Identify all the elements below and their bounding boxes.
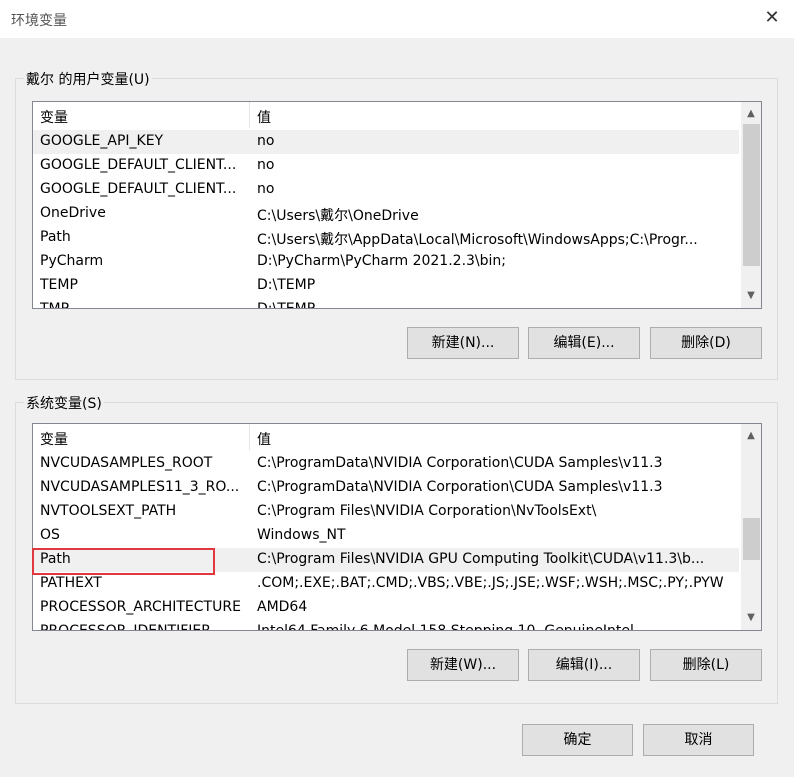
system-edit-button[interactable]: 编辑(I)...: [528, 649, 640, 681]
table-row[interactable]: TMP D:\TEMP: [33, 298, 739, 309]
scroll-thumb[interactable]: [743, 518, 760, 560]
scroll-down-icon[interactable]: ▼: [741, 286, 761, 306]
table-row[interactable]: OneDrive C:\Users\戴尔\OneDrive: [33, 202, 739, 226]
variable-value-cell: C:\ProgramData\NVIDIA Corporation\CUDA S…: [257, 479, 663, 495]
table-row[interactable]: NVCUDASAMPLES_ROOT C:\ProgramData\NVIDIA …: [33, 452, 739, 476]
user-delete-button[interactable]: 删除(D): [650, 327, 762, 359]
scroll-up-icon[interactable]: ▲: [741, 426, 761, 446]
table-row[interactable]: GOOGLE_API_KEY no: [33, 130, 739, 154]
table-row[interactable]: OS Windows_NT: [33, 524, 739, 548]
variable-name-cell: Path: [40, 229, 71, 245]
cancel-button[interactable]: 取消: [643, 724, 754, 756]
table-row[interactable]: PATHEXT .COM;.EXE;.BAT;.CMD;.VBS;.VBE;.JS…: [33, 572, 739, 596]
variable-value-cell: C:\Program Files\NVIDIA Corporation\NvTo…: [257, 503, 597, 519]
user-new-button[interactable]: 新建(N)...: [407, 327, 519, 359]
column-header-value[interactable]: 值: [257, 429, 271, 449]
title-bar: [0, 0, 794, 38]
table-row[interactable]: PROCESSOR_ARCHITECTURE AMD64: [33, 596, 739, 620]
table-row[interactable]: GOOGLE_DEFAULT_CLIENT... no: [33, 178, 739, 202]
column-divider[interactable]: [249, 424, 250, 450]
table-row[interactable]: GOOGLE_DEFAULT_CLIENT... no: [33, 154, 739, 178]
window-title: 环境变量: [11, 13, 67, 29]
variable-name-cell: PyCharm: [40, 253, 104, 269]
variable-value-cell: C:\ProgramData\NVIDIA Corporation\CUDA S…: [257, 455, 663, 471]
system-new-button[interactable]: 新建(W)...: [407, 649, 519, 681]
scroll-thumb[interactable]: [743, 124, 760, 266]
list-header: 变量 值: [33, 424, 739, 450]
list-header: 变量 值: [33, 102, 739, 128]
variable-value-cell: Intel64 Family 6 Model 158 Stepping 10, …: [257, 623, 634, 631]
system-variables-label: 系统变量(S): [24, 393, 104, 413]
variable-value-cell: AMD64: [257, 599, 308, 615]
variable-name-cell: TEMP: [40, 277, 78, 293]
variable-name-cell: OS: [40, 527, 60, 543]
variable-value-cell: D:\PyCharm\PyCharm 2021.2.3\bin;: [257, 253, 507, 269]
vertical-scrollbar[interactable]: ▲ ▼: [741, 424, 761, 630]
variable-value-cell: Windows_NT: [257, 527, 346, 543]
column-header-variable[interactable]: 变量: [40, 107, 68, 127]
variable-value-cell: C:\Program Files\NVIDIA GPU Computing To…: [257, 551, 705, 567]
variable-name-cell: PROCESSOR_IDENTIFIER: [40, 623, 211, 631]
column-divider[interactable]: [249, 102, 250, 128]
variable-name-cell: OneDrive: [40, 205, 106, 221]
scroll-up-icon[interactable]: ▲: [741, 104, 761, 124]
table-row[interactable]: TEMP D:\TEMP: [33, 274, 739, 298]
user-edit-button[interactable]: 编辑(E)...: [528, 327, 640, 359]
table-row[interactable]: Path C:\Users\戴尔\AppData\Local\Microsoft\…: [33, 226, 739, 250]
variable-name-cell: NVCUDASAMPLES11_3_RO...: [40, 479, 240, 495]
variable-name-cell: NVCUDASAMPLES_ROOT: [40, 455, 213, 471]
variable-value-cell: D:\TEMP: [257, 277, 316, 293]
variable-name-cell: TMP: [40, 301, 70, 309]
variable-value-cell: C:\Users\戴尔\OneDrive: [257, 208, 419, 224]
scroll-down-icon[interactable]: ▼: [741, 608, 761, 628]
table-row[interactable]: NVTOOLSEXT_PATH C:\Program Files\NVIDIA C…: [33, 500, 739, 524]
column-header-value[interactable]: 值: [257, 107, 271, 127]
close-icon[interactable]: ✕: [760, 6, 784, 30]
variable-value-cell: C:\Users\戴尔\AppData\Local\Microsoft\Wind…: [257, 232, 698, 248]
user-variables-label: 戴尔 的用户变量(U): [24, 69, 152, 89]
variable-name-cell: NVTOOLSEXT_PATH: [40, 503, 177, 519]
user-variables-list[interactable]: 变量 值 GOOGLE_API_KEY no GOOGLE_DEFAULT_CLIE…: [32, 101, 762, 309]
variable-name-cell: PATHEXT: [40, 575, 102, 591]
ok-button[interactable]: 确定: [522, 724, 633, 756]
table-row[interactable]: PyCharm D:\PyCharm\PyCharm 2021.2.3\bin;: [33, 250, 739, 274]
vertical-scrollbar[interactable]: ▲ ▼: [741, 102, 761, 308]
system-variables-list[interactable]: 变量 值 NVCUDASAMPLES_ROOT C:\ProgramData\NV…: [32, 423, 762, 631]
variable-value-cell: no: [257, 157, 275, 173]
table-row[interactable]: PROCESSOR_IDENTIFIER Intel64 Family 6 Mod…: [33, 620, 739, 631]
variable-value-cell: no: [257, 181, 275, 197]
path-highlight-box: [32, 548, 215, 575]
variable-name-cell: PROCESSOR_ARCHITECTURE: [40, 599, 241, 615]
variable-name-cell: GOOGLE_API_KEY: [40, 133, 164, 149]
variable-value-cell: no: [257, 133, 275, 149]
system-delete-button[interactable]: 删除(L): [650, 649, 762, 681]
variable-value-cell: .COM;.EXE;.BAT;.CMD;.VBS;.VBE;.JS;.JSE;.…: [257, 575, 724, 591]
variable-name-cell: GOOGLE_DEFAULT_CLIENT...: [40, 157, 237, 173]
column-header-variable[interactable]: 变量: [40, 429, 68, 449]
variable-value-cell: D:\TEMP: [257, 301, 316, 309]
table-row[interactable]: NVCUDASAMPLES11_3_RO... C:\ProgramData\NV…: [33, 476, 739, 500]
variable-name-cell: GOOGLE_DEFAULT_CLIENT...: [40, 181, 237, 197]
